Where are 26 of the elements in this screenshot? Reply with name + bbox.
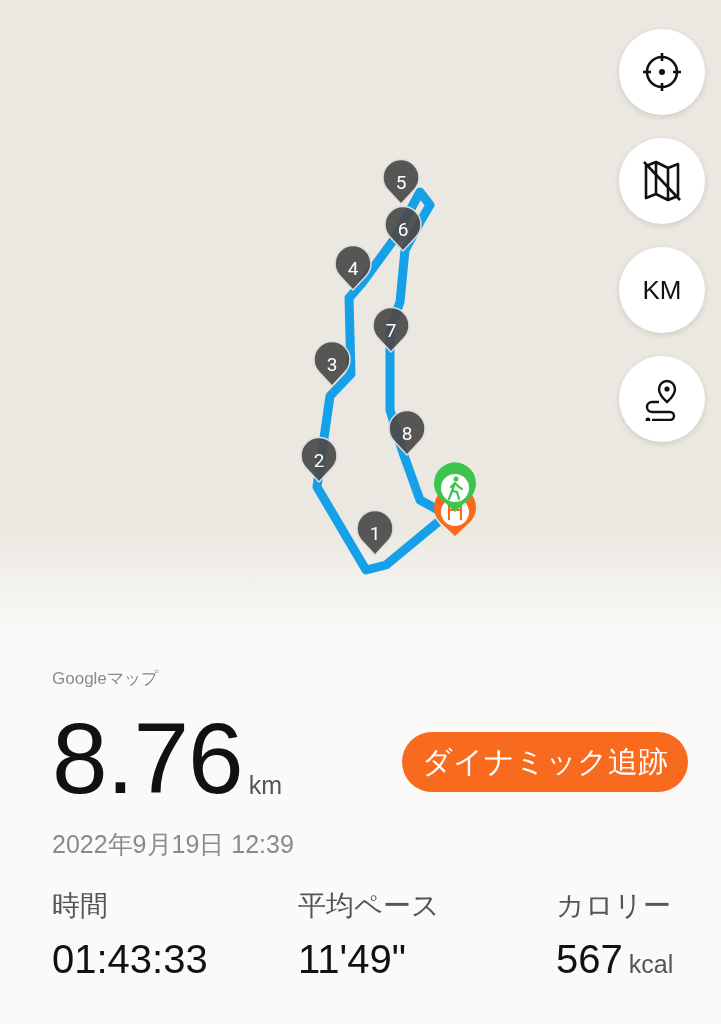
route-marker[interactable]: 3 (313, 340, 351, 387)
map-off-icon (640, 158, 684, 204)
activity-date: 2022年9月19日 12:39 (52, 829, 295, 860)
route-marker[interactable]: 1 (356, 509, 394, 556)
route-marker[interactable]: 6 (384, 205, 422, 252)
stat-unit: kcal (628, 950, 674, 978)
distance-unit: km (248, 771, 282, 800)
source-label: Googleマップ (52, 668, 160, 690)
route-marker[interactable]: 8 (388, 409, 426, 456)
route-marker[interactable]: 4 (334, 244, 372, 291)
stat-label: カロリー (556, 889, 672, 923)
walker-pin-icon (434, 462, 476, 512)
stat-value: 01:43:33 (52, 937, 208, 981)
route-button[interactable] (619, 356, 705, 442)
stat-label: 時間 (52, 889, 109, 923)
stat-value: 567 (556, 937, 623, 981)
map-toggle-button[interactable] (619, 138, 705, 224)
locate-icon (640, 50, 684, 94)
route-marker[interactable]: 2 (300, 436, 338, 483)
stat-value: 11'49" (298, 937, 406, 981)
route-marker[interactable]: 5 (382, 158, 420, 205)
route-marker[interactable]: 7 (372, 306, 410, 353)
unit-button[interactable]: KM (619, 247, 705, 333)
locate-button[interactable] (619, 29, 705, 115)
distance-value: 8.76 (52, 710, 243, 806)
stat-label: 平均ペース (298, 889, 441, 923)
